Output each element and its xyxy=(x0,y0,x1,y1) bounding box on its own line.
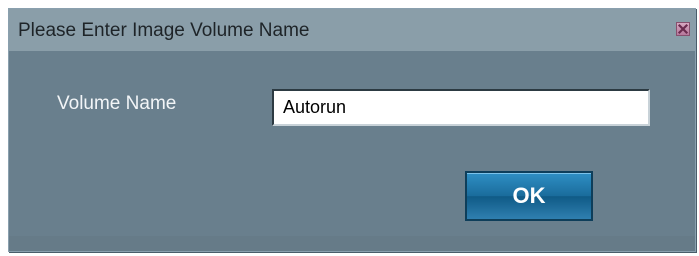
close-button[interactable] xyxy=(676,22,690,36)
volume-name-label: Volume Name xyxy=(57,93,177,114)
volume-name-input[interactable] xyxy=(272,89,650,126)
close-icon xyxy=(677,23,689,35)
dialog-footer xyxy=(9,236,695,251)
dialog-title: Please Enter Image Volume Name xyxy=(18,20,310,41)
dialog-titlebar[interactable]: Please Enter Image Volume Name xyxy=(9,9,695,51)
volume-name-dialog: Please Enter Image Volume Name Volume Na… xyxy=(8,8,696,252)
ok-button[interactable]: OK xyxy=(465,171,593,221)
dialog-body: Volume Name OK xyxy=(9,51,695,236)
